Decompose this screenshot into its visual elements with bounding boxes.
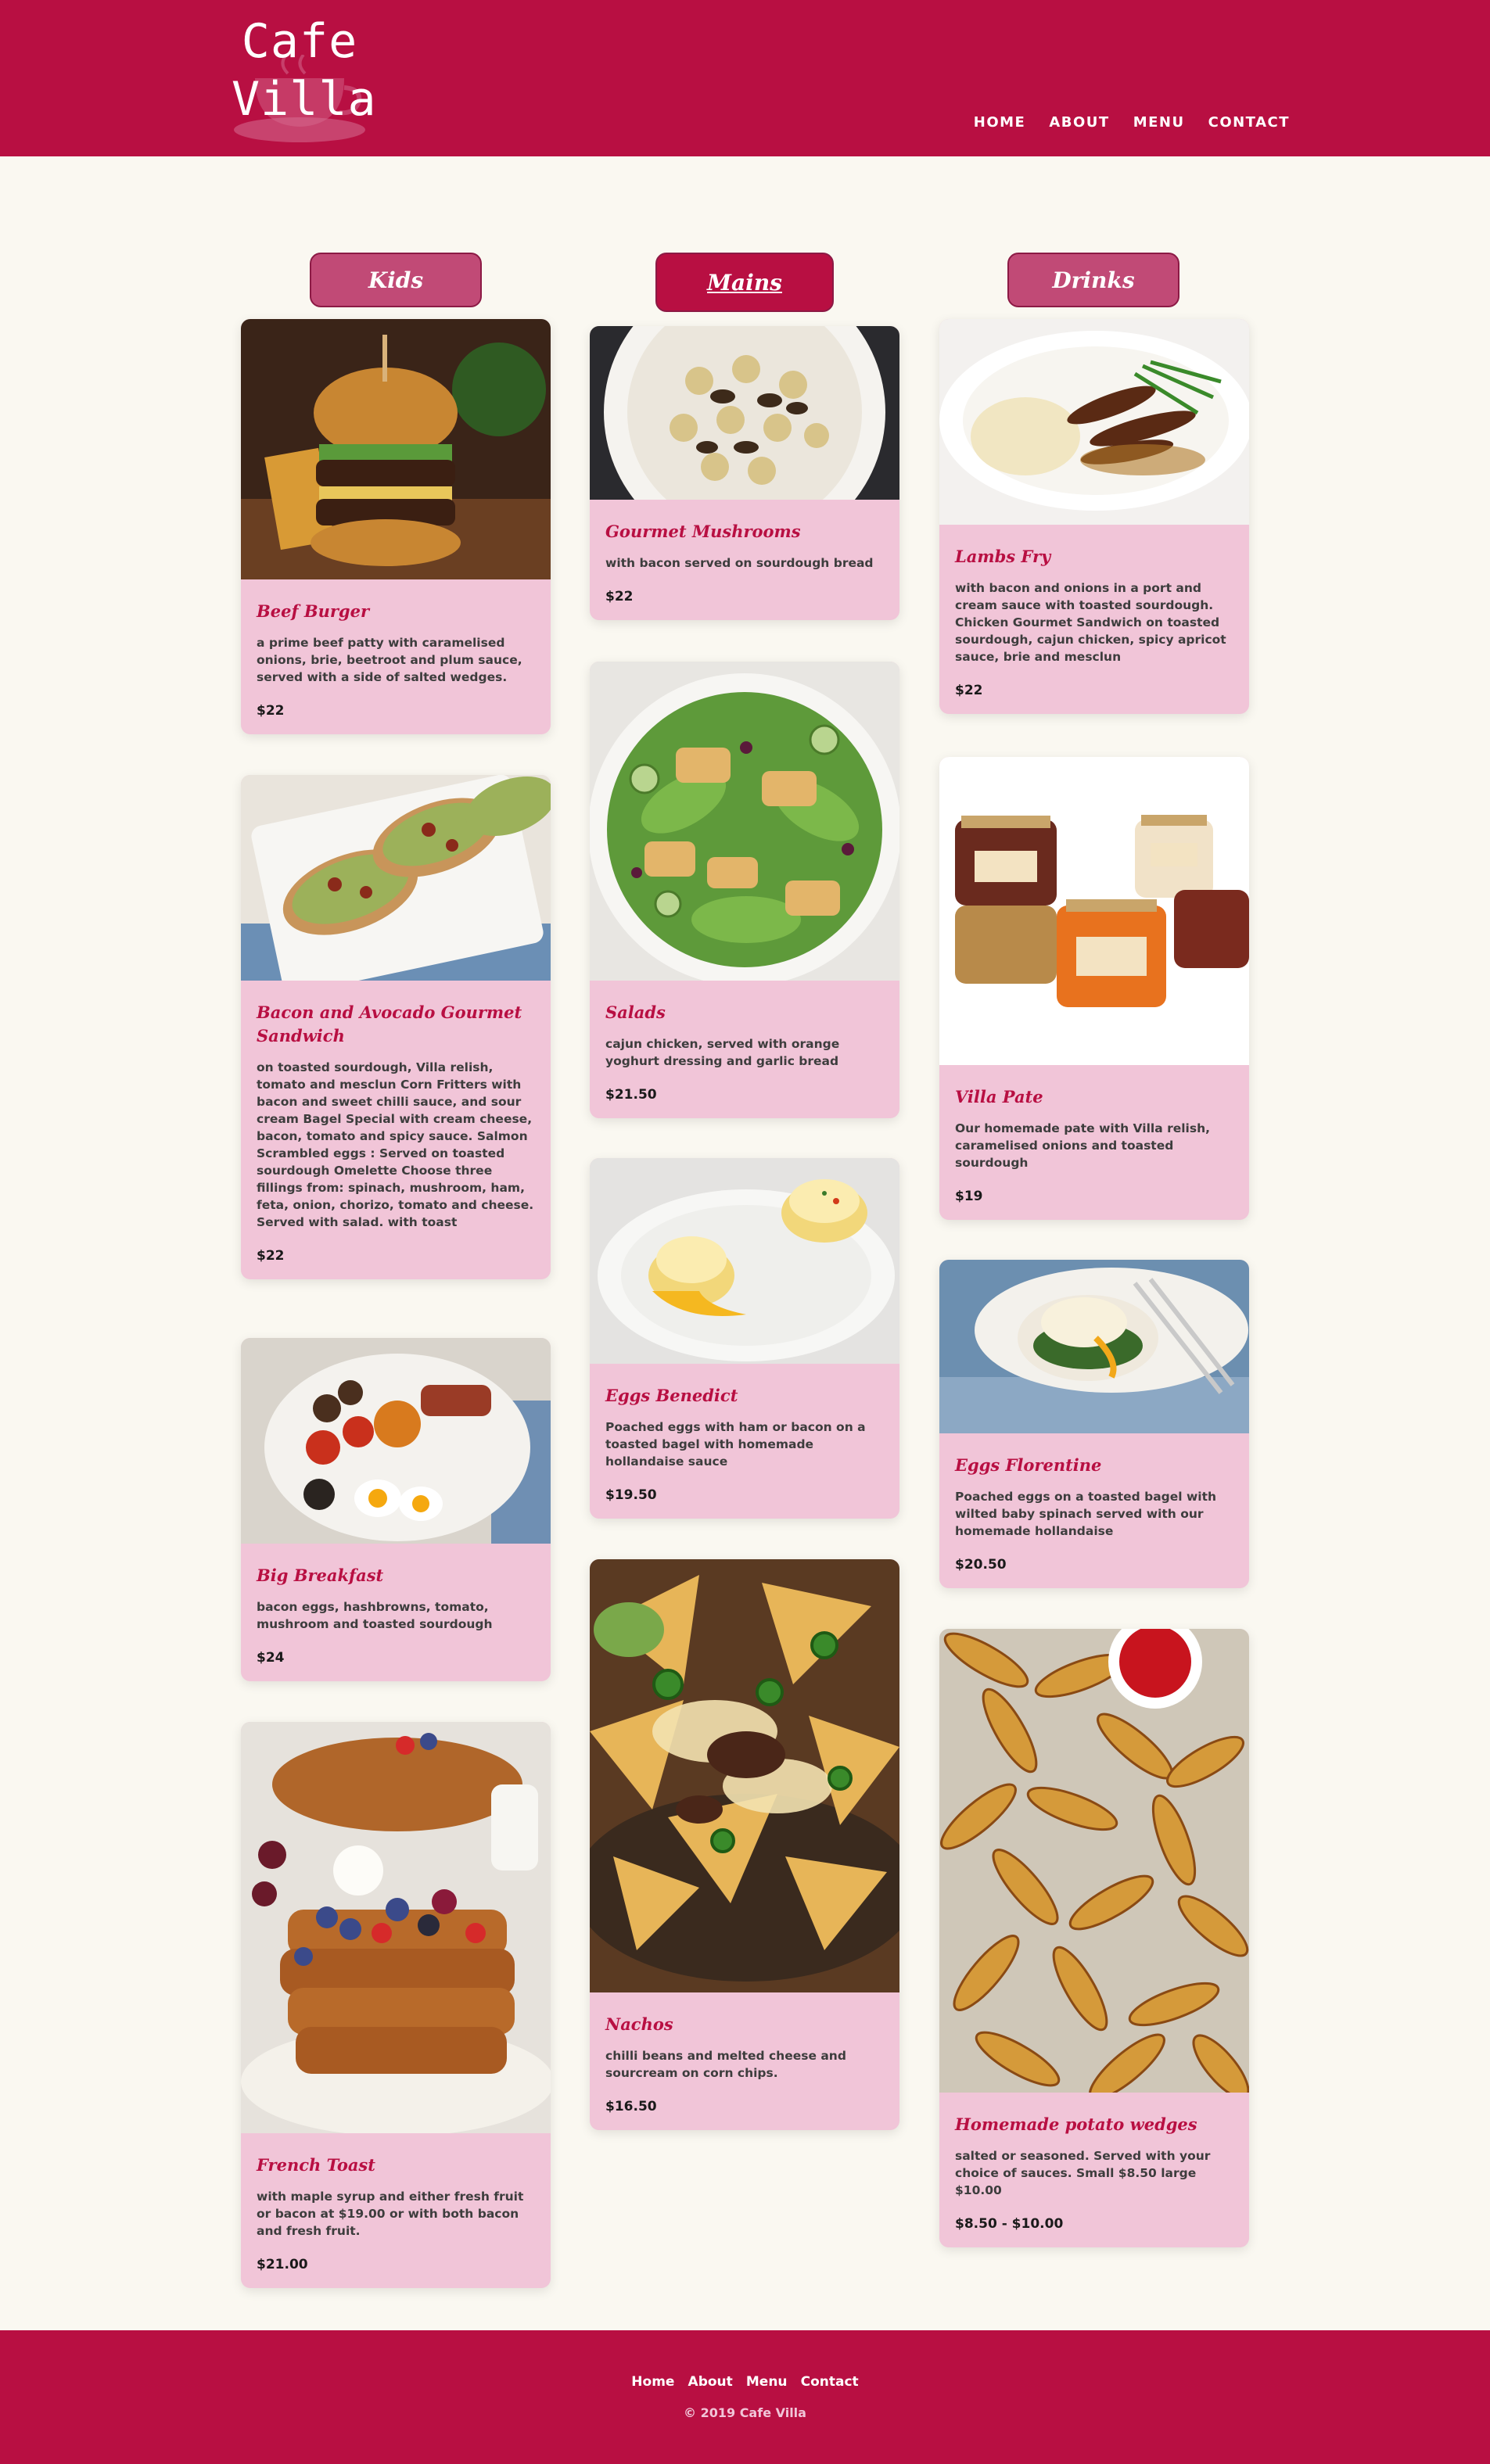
mushroom-pasta-photo xyxy=(590,326,899,500)
menu-item-title: Gourmet Mushrooms xyxy=(605,522,801,541)
nav-about-link[interactable]: ABOUT xyxy=(1049,114,1109,131)
menu-card-nachos[interactable]: Nachos chilli beans and melted cheese an… xyxy=(590,1559,899,2130)
nav-contact-link[interactable]: CONTACT xyxy=(1208,114,1290,131)
menu-item-title: Villa Pate xyxy=(955,1087,1043,1106)
logo-text-villa: Villa xyxy=(232,72,377,127)
menu-card-lambs-fry[interactable]: Lambs Fry with bacon and onions in a por… xyxy=(939,319,1249,714)
menu-item-description: a prime beef patty with caramelised onio… xyxy=(257,636,522,684)
menu-item-price: $22 xyxy=(955,683,983,698)
menu-item-description: Our homemade pate with Villa relish, car… xyxy=(955,1121,1211,1170)
menu-item-description: bacon eggs, hashbrowns, tomato, mushroom… xyxy=(257,1600,493,1631)
footer-contact-link[interactable]: Contact xyxy=(801,2374,859,2390)
menu-item-price: $22 xyxy=(257,703,285,719)
menu-item-description: with bacon and onions in a port and crea… xyxy=(955,581,1226,664)
logo-text-cafe: Cafe xyxy=(241,14,358,69)
menu-item-title: Salads xyxy=(605,1002,666,1022)
menu-item-title: Eggs Florentine xyxy=(955,1455,1102,1475)
menu-card-bacon-avocado-sandwich[interactable]: Bacon and Avocado Gourmet Sandwich on to… xyxy=(241,775,551,1279)
menu-item-title: French Toast xyxy=(257,2155,375,2175)
menu-item-title: Nachos xyxy=(605,2014,673,2034)
menu-item-price: $19.50 xyxy=(605,1487,657,1503)
site-header: Cafe Villa HOME ABOUT MENU CONTACT xyxy=(0,0,1490,156)
menu-item-title: Eggs Benedict xyxy=(605,1386,738,1405)
menu-card-salads[interactable]: Salads cajun chicken, served with orange… xyxy=(590,662,899,1118)
menu-item-description: with bacon served on sourdough bread xyxy=(605,556,874,570)
menu-item-title: Bacon and Avocado Gourmet Sandwich xyxy=(257,1002,522,1045)
pate-jars-photo xyxy=(939,757,1249,1065)
menu-item-description: with maple syrup and either fresh fruit … xyxy=(257,2190,524,2238)
big-breakfast-photo xyxy=(241,1338,551,1544)
menu-item-title: Lambs Fry xyxy=(955,547,1051,566)
copyright-text: © 2019 Cafe Villa xyxy=(684,2405,806,2420)
beef-burger-photo xyxy=(241,319,551,579)
menu-item-price: $22 xyxy=(257,1248,285,1264)
menu-item-price: $8.50 - $10.00 xyxy=(955,2216,1064,2232)
menu-item-price: $21.00 xyxy=(257,2257,308,2272)
menu-item-description: Poached eggs with ham or bacon on a toas… xyxy=(605,1420,866,1469)
menu-card-eggs-florentine[interactable]: Eggs Florentine Poached eggs on a toaste… xyxy=(939,1260,1249,1588)
main-nav: HOME ABOUT MENU CONTACT xyxy=(974,114,1290,131)
eggs-florentine-photo xyxy=(939,1260,1249,1433)
menu-item-price: $22 xyxy=(605,589,634,604)
potato-wedges-photo xyxy=(939,1629,1249,2093)
menu-item-price: $24 xyxy=(257,1650,285,1666)
tab-drinks[interactable]: Drinks xyxy=(1007,253,1179,307)
menu-item-description: on toasted sourdough, Villa relish, toma… xyxy=(257,1060,534,1229)
menu-item-price: $21.50 xyxy=(605,1087,657,1103)
menu-card-eggs-benedict[interactable]: Eggs Benedict Poached eggs with ham or b… xyxy=(590,1158,899,1519)
nav-home-link[interactable]: HOME xyxy=(974,114,1026,131)
lambs-fry-photo xyxy=(939,319,1249,525)
menu-item-description: salted or seasoned. Served with your cho… xyxy=(955,2149,1211,2197)
menu-card-potato-wedges[interactable]: Homemade potato wedges salted or seasone… xyxy=(939,1629,1249,2247)
eggs-benedict-photo xyxy=(590,1158,899,1364)
footer-home-link[interactable]: Home xyxy=(631,2374,674,2390)
menu-item-title: Homemade potato wedges xyxy=(955,2114,1197,2134)
footer-about-link[interactable]: About xyxy=(688,2374,733,2390)
french-toast-photo xyxy=(241,1722,551,2133)
footer-nav: Home About Menu Contact xyxy=(0,2374,1490,2390)
menu-card-beef-burger[interactable]: Beef Burger a prime beef patty with cara… xyxy=(241,319,551,734)
cafe-villa-logo[interactable]: Cafe Villa xyxy=(232,14,377,144)
tab-mains[interactable]: Mains xyxy=(655,253,834,312)
avocado-toast-photo xyxy=(241,775,551,981)
menu-item-description: chilli beans and melted cheese and sourc… xyxy=(605,2049,846,2080)
nachos-photo xyxy=(590,1559,899,1992)
footer-menu-link[interactable]: Menu xyxy=(746,2374,788,2390)
halloumi-salad-photo xyxy=(590,662,899,981)
menu-item-title: Beef Burger xyxy=(257,601,370,621)
menu-card-french-toast[interactable]: French Toast with maple syrup and either… xyxy=(241,1722,551,2288)
menu-item-description: cajun chicken, served with orange yoghur… xyxy=(605,1037,840,1068)
nav-menu-link[interactable]: MENU xyxy=(1133,114,1185,131)
menu-item-title: Big Breakfast xyxy=(257,1566,384,1585)
site-footer: Home About Menu Contact © 2019 Cafe Vill… xyxy=(0,2330,1490,2464)
menu-card-big-breakfast[interactable]: Big Breakfast bacon eggs, hashbrowns, to… xyxy=(241,1338,551,1681)
menu-item-price: $16.50 xyxy=(605,2099,657,2114)
menu-item-price: $20.50 xyxy=(955,1557,1007,1573)
menu-item-price: $19 xyxy=(955,1189,983,1204)
menu-item-description: Poached eggs on a toasted bagel with wil… xyxy=(955,1490,1217,1538)
tab-kids[interactable]: Kids xyxy=(310,253,482,307)
menu-card-villa-pate[interactable]: Villa Pate Our homemade pate with Villa … xyxy=(939,757,1249,1220)
menu-card-gourmet-mushrooms[interactable]: Gourmet Mushrooms with bacon served on s… xyxy=(590,326,899,620)
